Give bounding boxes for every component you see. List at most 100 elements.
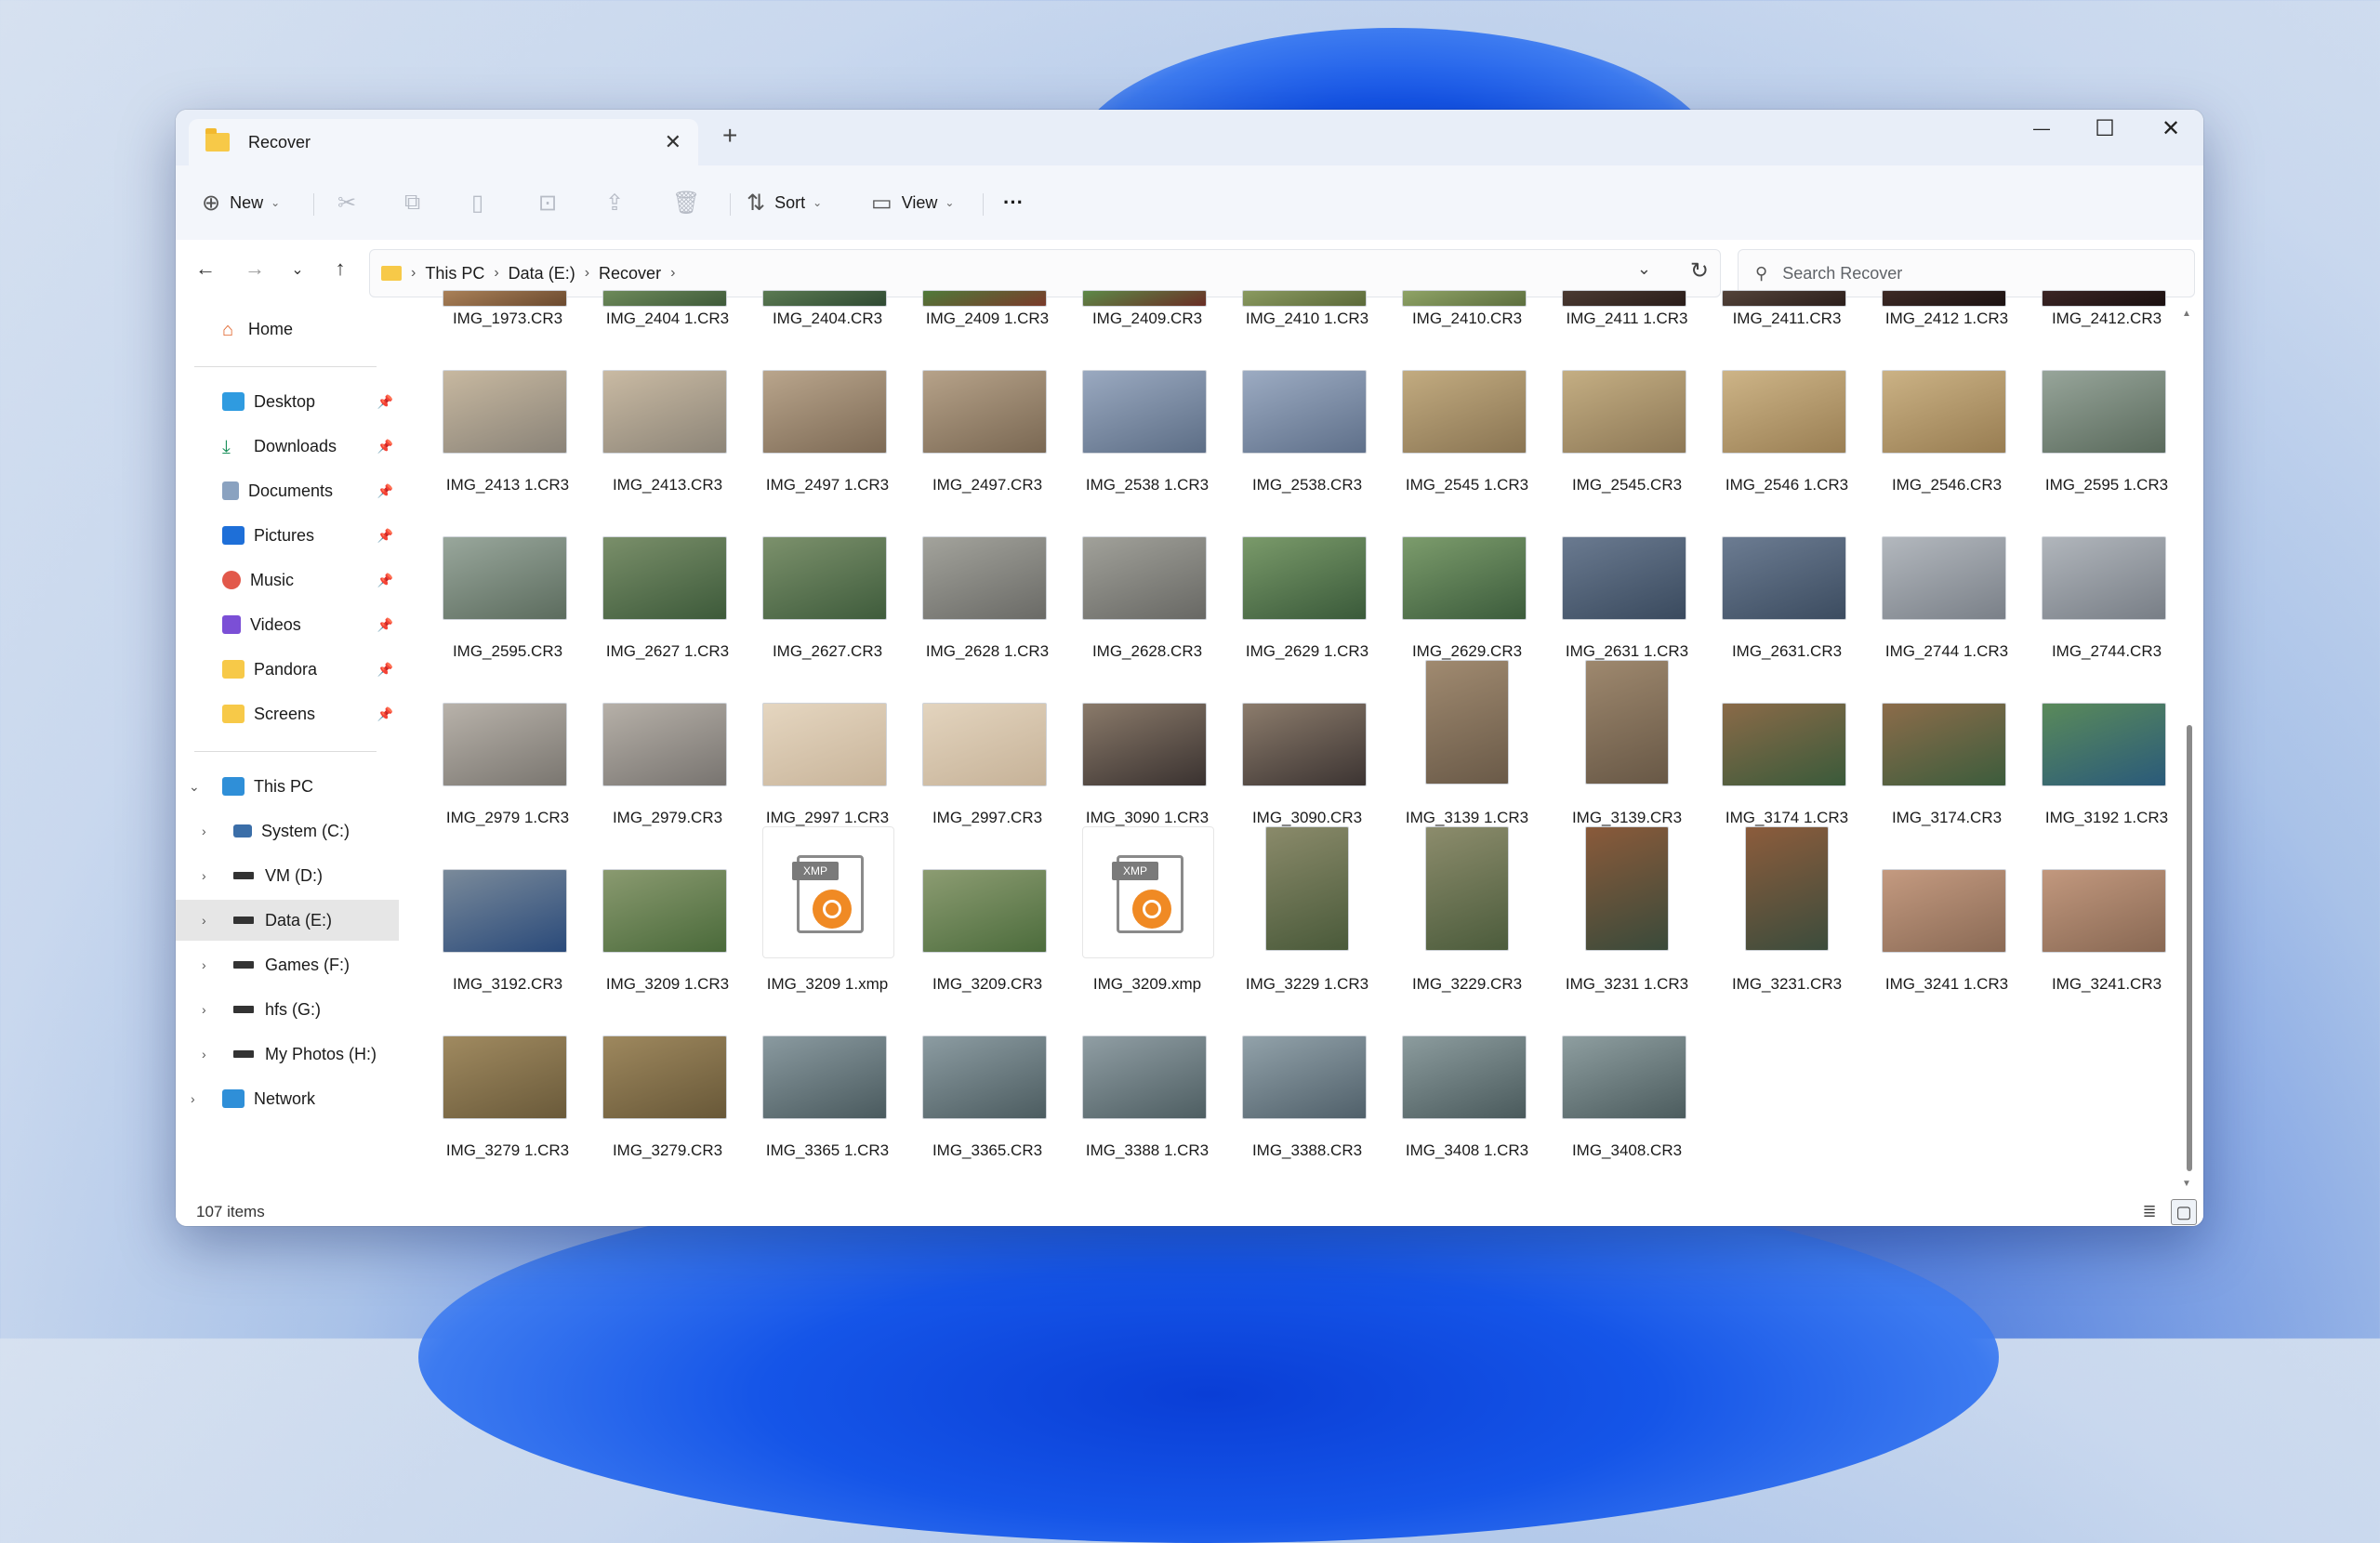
file-item[interactable]: IMG_2629.CR3 — [1393, 494, 1541, 661]
file-item[interactable]: IMG_2538.CR3 — [1233, 327, 1382, 495]
sidebar-item-home[interactable]: ⌂ Home — [176, 309, 399, 349]
file-item[interactable]: IMG_2979 1.CR3 — [433, 660, 582, 827]
copy-button[interactable]: ⧉ — [404, 186, 420, 219]
file-item[interactable]: IMG_3139 1.CR3 — [1393, 660, 1541, 827]
file-item[interactable]: IMG_2545 1.CR3 — [1393, 327, 1541, 495]
file-item[interactable]: IMG_2411.CR3 — [1712, 161, 1861, 328]
file-item[interactable]: IMG_2979.CR3 — [593, 660, 742, 827]
file-item[interactable]: IMG_3388.CR3 — [1233, 993, 1382, 1160]
pin-icon[interactable]: 📌 — [377, 394, 393, 410]
file-item[interactable]: IMG_3090 1.CR3 — [1073, 660, 1222, 827]
file-item[interactable]: IMG_3209.CR3 — [913, 826, 1062, 994]
sidebar-item-this-pc[interactable]: ⌄ This PC — [176, 766, 399, 807]
sidebar-item-pandora[interactable]: Pandora 📌 — [176, 649, 399, 690]
chevron-right-icon[interactable]: › — [202, 913, 206, 928]
chevron-right-icon[interactable]: › — [202, 957, 206, 972]
file-item[interactable]: IMG_2409.CR3 — [1073, 161, 1222, 328]
file-item[interactable]: IMG_2545.CR3 — [1553, 327, 1701, 495]
file-item[interactable]: IMG_3365 1.CR3 — [753, 993, 902, 1160]
file-item[interactable]: IMG_2627 1.CR3 — [593, 494, 742, 661]
pin-icon[interactable]: 📌 — [377, 573, 393, 588]
file-item[interactable]: IMG_2410.CR3 — [1393, 161, 1541, 328]
file-item[interactable]: IMG_3209 1.CR3 — [593, 826, 742, 994]
pin-icon[interactable]: 📌 — [377, 662, 393, 678]
sidebar-item-drive-g[interactable]: › hfs (G:) — [176, 989, 399, 1030]
tiles-view-button[interactable]: ▢ — [2171, 1199, 2197, 1225]
file-item[interactable]: IMG_2595 1.CR3 — [2032, 327, 2181, 495]
file-item[interactable]: IMG_2413 1.CR3 — [433, 327, 582, 495]
file-item[interactable]: IMG_3365.CR3 — [913, 993, 1062, 1160]
file-item[interactable]: IMG_1973.CR3 — [433, 161, 582, 328]
chevron-right-icon[interactable]: › — [191, 1091, 195, 1106]
maximize-button[interactable]: ☐ — [2077, 115, 2133, 142]
file-item[interactable]: XMP IMG_3209 1.xmp — [753, 826, 902, 994]
chevron-down-icon[interactable]: ⌄ — [189, 779, 200, 795]
file-item[interactable]: IMG_3192 1.CR3 — [2032, 660, 2181, 827]
file-item[interactable]: IMG_2497.CR3 — [913, 327, 1062, 495]
file-item[interactable]: IMG_2629 1.CR3 — [1233, 494, 1382, 661]
tab-recover[interactable]: Recover ✕ — [189, 119, 698, 165]
close-tab-icon[interactable]: ✕ — [665, 130, 681, 154]
file-item[interactable]: IMG_2631.CR3 — [1712, 494, 1861, 661]
back-button[interactable]: ← — [190, 257, 221, 281]
file-item[interactable]: IMG_2404 1.CR3 — [593, 161, 742, 328]
file-item[interactable]: IMG_2627.CR3 — [753, 494, 902, 661]
sidebar-item-documents[interactable]: Documents 📌 — [176, 470, 399, 511]
sidebar-item-downloads[interactable]: ⤓ Downloads 📌 — [176, 426, 399, 467]
file-item[interactable]: IMG_2410 1.CR3 — [1233, 161, 1382, 328]
file-item[interactable]: IMG_2628 1.CR3 — [913, 494, 1062, 661]
sidebar-item-desktop[interactable]: Desktop 📌 — [176, 381, 399, 422]
file-item[interactable]: IMG_2412 1.CR3 — [1872, 161, 2021, 328]
pin-icon[interactable]: 📌 — [377, 483, 393, 499]
sidebar-item-drive-e[interactable]: › Data (E:) — [176, 900, 399, 941]
pin-icon[interactable]: 📌 — [377, 617, 393, 633]
file-item[interactable]: IMG_3229.CR3 — [1393, 826, 1541, 994]
file-item[interactable]: IMG_3229 1.CR3 — [1233, 826, 1382, 994]
file-item[interactable]: IMG_2404.CR3 — [753, 161, 902, 328]
file-item[interactable]: IMG_2412.CR3 — [2032, 161, 2181, 328]
sidebar-item-drive-c[interactable]: › System (C:) — [176, 811, 399, 851]
file-item[interactable]: IMG_2409 1.CR3 — [913, 161, 1062, 328]
file-item[interactable]: IMG_2997.CR3 — [913, 660, 1062, 827]
pin-icon[interactable]: 📌 — [377, 706, 393, 722]
minimize-button[interactable]: — — [2014, 119, 2069, 138]
sidebar-item-drive-h[interactable]: › My Photos (H:) — [176, 1034, 399, 1075]
chevron-right-icon[interactable]: › — [202, 824, 206, 838]
file-item[interactable]: IMG_3174.CR3 — [1872, 660, 2021, 827]
sidebar-item-pictures[interactable]: Pictures 📌 — [176, 515, 399, 556]
file-item[interactable]: IMG_2595.CR3 — [433, 494, 582, 661]
sidebar-item-drive-d[interactable]: › VM (D:) — [176, 855, 399, 896]
file-item[interactable]: XMP IMG_3209.xmp — [1073, 826, 1222, 994]
file-item[interactable]: IMG_3408.CR3 — [1553, 993, 1701, 1160]
close-window-button[interactable]: ✕ — [2143, 115, 2199, 142]
file-item[interactable]: IMG_2744.CR3 — [2032, 494, 2181, 661]
file-item[interactable]: IMG_3279.CR3 — [593, 993, 742, 1160]
vertical-scrollbar-thumb[interactable] — [2187, 725, 2192, 1171]
pin-icon[interactable]: 📌 — [377, 528, 393, 544]
file-item[interactable]: IMG_3174 1.CR3 — [1712, 660, 1861, 827]
file-item[interactable]: IMG_2413.CR3 — [593, 327, 742, 495]
file-item[interactable]: IMG_2497 1.CR3 — [753, 327, 902, 495]
file-item[interactable]: IMG_3241.CR3 — [2032, 826, 2181, 994]
forward-button[interactable]: → — [239, 257, 271, 281]
file-item[interactable]: IMG_2628.CR3 — [1073, 494, 1222, 661]
pin-icon[interactable]: 📌 — [377, 439, 393, 455]
scroll-up-arrow[interactable]: ▲ — [2182, 309, 2191, 319]
chevron-right-icon[interactable]: › — [202, 1047, 206, 1062]
scroll-down-arrow[interactable]: ▼ — [2182, 1179, 2191, 1189]
file-item[interactable]: IMG_3388 1.CR3 — [1073, 993, 1222, 1160]
file-item[interactable]: IMG_3090.CR3 — [1233, 660, 1382, 827]
file-item[interactable]: IMG_3231.CR3 — [1712, 826, 1861, 994]
sidebar-item-screens[interactable]: Screens 📌 — [176, 693, 399, 734]
file-item[interactable]: IMG_3231 1.CR3 — [1553, 826, 1701, 994]
new-tab-button[interactable]: + — [722, 121, 737, 151]
new-button[interactable]: ⊕ New ⌄ — [202, 186, 280, 219]
cut-button[interactable]: ✂ — [337, 186, 356, 219]
chevron-right-icon[interactable]: › — [202, 1002, 206, 1017]
details-view-button[interactable]: ≣ — [2137, 1199, 2162, 1223]
chevron-right-icon[interactable]: › — [202, 868, 206, 883]
file-item[interactable]: IMG_2538 1.CR3 — [1073, 327, 1222, 495]
file-item[interactable]: IMG_2744 1.CR3 — [1872, 494, 2021, 661]
file-item[interactable]: IMG_3139.CR3 — [1553, 660, 1701, 827]
sidebar-item-videos[interactable]: Videos 📌 — [176, 604, 399, 645]
